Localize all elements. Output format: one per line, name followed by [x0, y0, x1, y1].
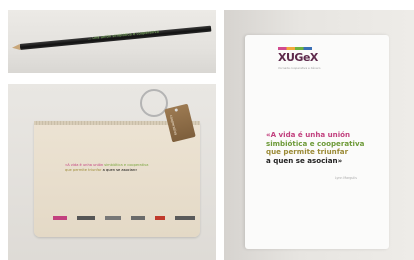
pencil: … una unión simbiótica e cooperativa	[11, 25, 212, 51]
logo-mark	[105, 215, 122, 220]
pencil-imprint: … una unión simbiótica e cooperativa	[87, 29, 159, 41]
tag-hole	[174, 108, 179, 112]
bag-photo: «A vida é unha unión simbiótica e cooper…	[8, 84, 216, 260]
pencil-tip	[11, 44, 21, 51]
logo-mark	[155, 215, 166, 220]
bag-quote-line-1: «A vida é unha unión	[65, 163, 104, 167]
quote-author: Lynn Margulis	[335, 176, 357, 180]
notebook-photo: XUGeX Xornada cooperativa e Xénero «A vi…	[224, 10, 414, 260]
key-ring	[140, 89, 168, 117]
sponsor-logos	[53, 207, 203, 220]
logo-subtitle: Xornada cooperativa e Xénero	[278, 66, 321, 70]
xugex-logo: XUGeX	[278, 47, 318, 67]
logo-mark	[53, 215, 67, 220]
logo-mark	[175, 215, 196, 220]
logo-text: XUGeX	[278, 51, 318, 64]
tag-label: cooperativa	[168, 114, 178, 136]
logo-color-bar	[278, 47, 312, 50]
bag-quote-line-4: a quen se asocian»	[102, 167, 138, 172]
logo-mark	[131, 215, 146, 220]
quote-line-4: a quen se asocian»	[266, 155, 343, 165]
pencil-photo: … una unión simbiótica e cooperativa	[8, 10, 216, 73]
bag-quote: «A vida é unha unión simbiótica e cooper…	[65, 163, 175, 172]
notebook-quote: «A vida é unha unión simbiótica e cooper…	[266, 130, 381, 165]
logo-mark	[77, 215, 96, 220]
notebook-cover: XUGeX Xornada cooperativa e Xénero «A vi…	[245, 35, 389, 249]
bag-quote-line-3: que permite triunfar	[65, 167, 102, 172]
bag-quote-line-2: simbiótica e cooperativa	[104, 163, 149, 167]
